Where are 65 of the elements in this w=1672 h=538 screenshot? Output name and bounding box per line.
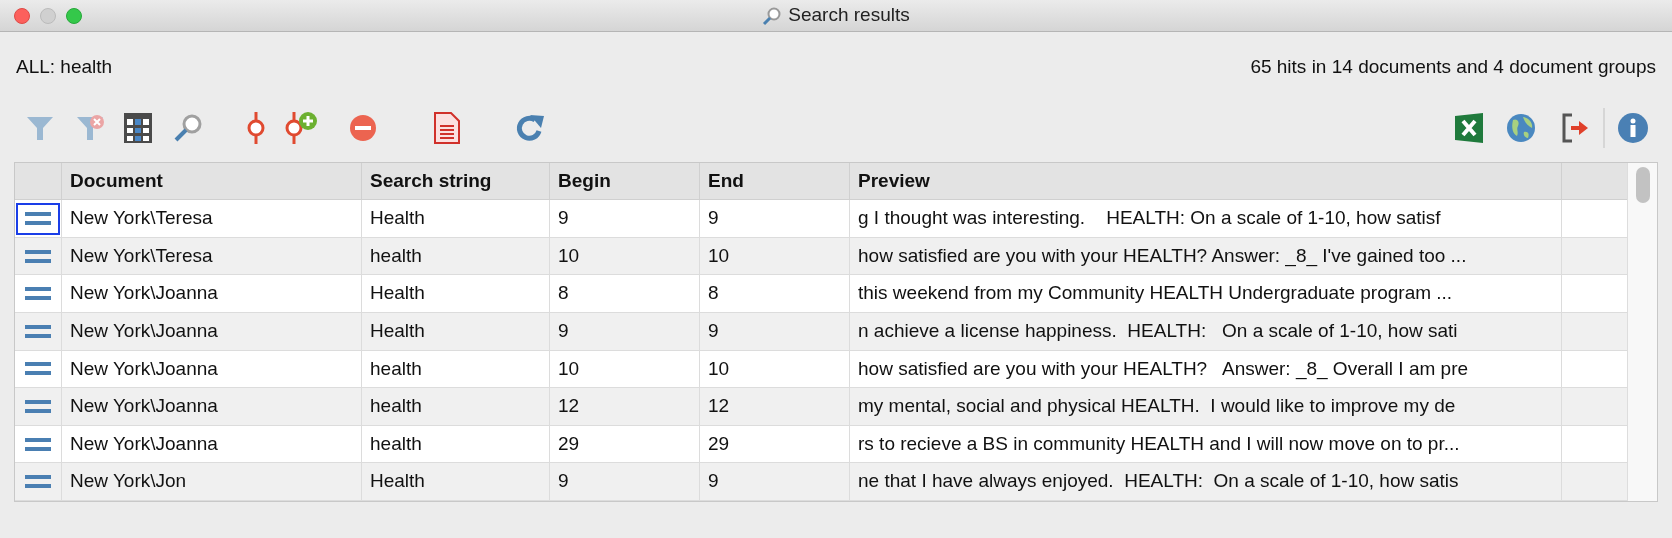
globe-icon	[1507, 114, 1535, 142]
window-title: Search results	[788, 3, 910, 28]
table-cell-text: ne that I have always enjoyed. HEALTH: On a scale of 1-10, how satis	[857, 469, 1460, 494]
table-cell-text: 10	[707, 243, 731, 268]
column-header[interactable]: Begin	[550, 163, 700, 200]
table-cell-text: New York\Joanna	[69, 281, 219, 306]
table-cell-text: 9	[707, 319, 720, 344]
table-cell-text: 29	[707, 431, 731, 456]
row-handle[interactable]	[16, 202, 60, 235]
table-cell-text: 29	[557, 431, 581, 456]
table-cell-text: n achieve a license happiness. HEALTH: On a scale of 1-10, how sati	[857, 319, 1459, 344]
table-cell-text: New York\Jon	[69, 469, 188, 494]
info-icon	[1618, 113, 1648, 143]
table-cell-text: 9	[707, 206, 720, 231]
table-cell-text: Health	[369, 281, 426, 306]
search-icon	[173, 113, 203, 143]
table-cell-text: rs to recieve a BS in community HEALTH and I will now move on to pr...	[857, 431, 1461, 456]
column-header[interactable]: Preview	[850, 163, 1562, 200]
table-cell-text: 10	[557, 356, 581, 381]
minus-icon	[349, 114, 377, 142]
table-cell-text: health	[369, 243, 423, 268]
table-cell-text: Health	[369, 206, 426, 231]
table-cell-text: New York\Joanna	[69, 431, 219, 456]
search-query: ALL: health	[16, 55, 113, 79]
pin-add-icon	[284, 112, 318, 144]
table-cell-text: my mental, social and physical HEALTH. I would like to improve my de	[857, 394, 1457, 419]
spreadsheet-icon	[1455, 113, 1483, 143]
table-cell-text: g I thought was interesting. HEALTH: On a scale of 1-10, how satisf	[857, 206, 1442, 231]
table-cell-text: how satisfied are you with your HEALTH? Answer: _8_ I've gained too ...	[857, 243, 1468, 269]
table-cell-text: 12	[557, 394, 581, 419]
table-cell-text: New York\Joanna	[69, 394, 219, 419]
zoom-button[interactable]	[66, 8, 82, 24]
table-cell-text: New York\Teresa	[69, 206, 214, 231]
table-cell-text: health	[369, 394, 423, 419]
table-cell-text: New York\Joanna	[69, 356, 219, 381]
table-cell-text: New York\Teresa	[69, 243, 214, 268]
exit-icon	[1562, 113, 1590, 143]
table-cell-text: 9	[557, 319, 570, 344]
hit-summary: 65 hits in 14 documents and 4 document groups	[1250, 55, 1656, 79]
table-cell-text: New York\Joanna	[69, 319, 219, 344]
table-cell-text: 9	[557, 206, 570, 231]
table-cell-text: this weekend from my Community HEALTH Undergraduate program ...	[857, 281, 1454, 306]
table-cell-text: how satisfied are you with your HEALTH? Answer: _8_ Overall I am pre	[857, 356, 1470, 382]
table-cell-text: 10	[557, 243, 581, 268]
table-cell-text: 9	[707, 469, 720, 494]
pin-icon	[246, 112, 266, 144]
table-cell-text: Health	[369, 319, 426, 344]
filter-clear-icon	[75, 113, 105, 143]
close-button[interactable]	[14, 8, 30, 24]
table-cell-text: health	[369, 431, 423, 456]
table-cell-text: 8	[707, 281, 720, 306]
table-cell-text: 10	[707, 356, 731, 381]
table-cell-text: health	[369, 356, 423, 381]
table-cell-text: 8	[557, 281, 570, 306]
table-cell-text: Health	[369, 469, 426, 494]
column-header[interactable]: End	[700, 163, 850, 200]
table-icon	[124, 113, 152, 143]
search-icon	[762, 5, 783, 26]
table-cell-text: 9	[557, 469, 570, 494]
table-cell-text: 12	[707, 394, 731, 419]
scrollbar-thumb[interactable]	[1635, 167, 1650, 203]
column-header[interactable]: Document	[62, 163, 362, 200]
refresh-icon	[515, 113, 545, 143]
document-icon	[434, 112, 460, 144]
column-header[interactable]: Search string	[362, 163, 550, 200]
